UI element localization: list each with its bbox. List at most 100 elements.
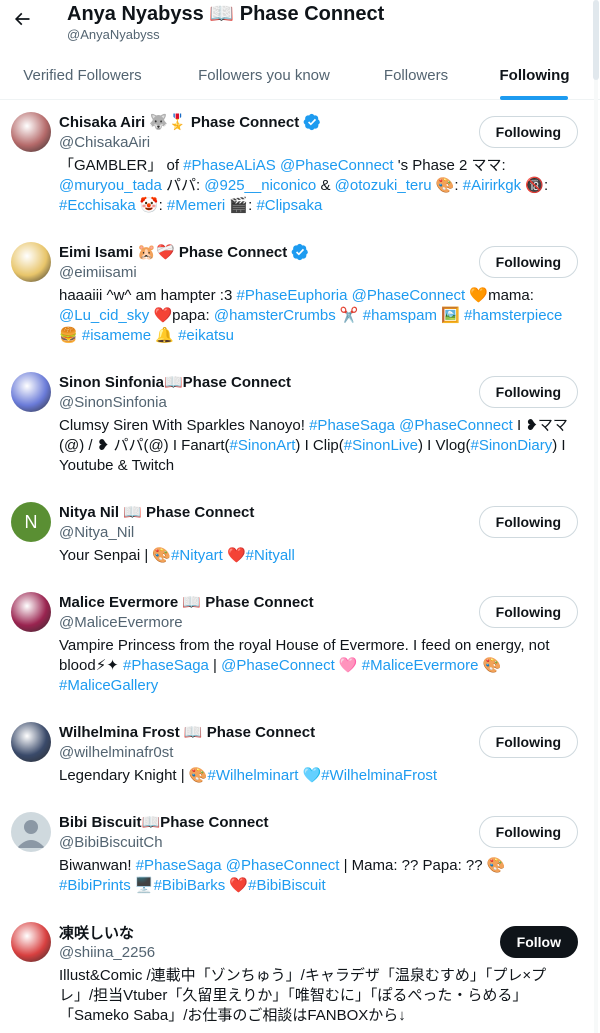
bio-text: 🖼️ <box>436 307 464 324</box>
user-bio: Vampire Princess from the royal House of… <box>59 636 584 696</box>
avatar[interactable] <box>11 722 51 762</box>
bio-link[interactable]: #BibiBiscuit <box>248 877 326 894</box>
bio-line: 🍔 #isameme 🔔 #eikatsu <box>59 326 584 346</box>
following-button[interactable]: Following <box>478 816 578 848</box>
bio-line: #Ecchisaka 🤡: #Memeri 🎬: #Clipsaka <box>59 196 584 216</box>
tab-followers[interactable]: Followers <box>363 50 469 100</box>
bio-link[interactable]: #MaliceGallery <box>59 677 158 694</box>
bio-link[interactable]: #WilhelminaFrost <box>321 767 437 784</box>
bio-link[interactable]: #PhaseSaga <box>309 417 395 434</box>
user-name-row[interactable]: Wilhelmina Frost 📖 Phase Connect <box>59 722 315 742</box>
bio-text: blood⚡✦ <box>59 657 123 674</box>
bio-link[interactable]: #PhaseALiAS <box>183 157 276 174</box>
avatar[interactable] <box>11 922 51 962</box>
bio-link[interactable]: #Wilhelminart <box>208 767 299 784</box>
bio-link[interactable]: #Nityall <box>246 547 295 564</box>
bio-link[interactable]: #Airirkgk <box>463 177 521 194</box>
bio-link[interactable]: #BibiBarks <box>154 877 226 894</box>
bio-text: 🎬: <box>225 197 257 214</box>
bio-line: Vampire Princess from the royal House of… <box>59 636 584 656</box>
bio-link[interactable]: @925__niconico <box>204 177 316 194</box>
bio-text: 🤡: <box>135 197 167 214</box>
bio-link[interactable]: @hamsterCrumbs <box>214 307 336 324</box>
tab-following[interactable]: Following <box>469 50 600 100</box>
user-cell[interactable]: Chisaka Airi 🐺🎖️ Phase Connect @ChisakaAi… <box>0 112 600 232</box>
avatar[interactable] <box>11 112 51 152</box>
bio-link[interactable]: #Clipsaka <box>256 197 322 214</box>
user-name-row[interactable]: Malice Evermore 📖 Phase Connect <box>59 592 314 612</box>
bio-link[interactable]: @PhaseConnect <box>221 657 335 674</box>
bio-link[interactable]: @PhaseConnect <box>280 157 394 174</box>
user-bio: 「GAMBLER」 of #PhaseALiAS @PhaseConnect '… <box>59 156 584 216</box>
bio-line: (@) / ❥ パパ(@) I Fanart(#SinonArt) I Clip… <box>59 436 584 456</box>
following-button[interactable]: Following <box>478 376 578 408</box>
tab-verified-followers[interactable]: Verified Followers <box>0 50 165 100</box>
user-name: Sinon Sinfonia📖Phase Connect <box>59 374 292 391</box>
follow-button[interactable]: Follow <box>499 926 578 958</box>
bio-text: 🔔 <box>151 327 179 344</box>
user-cell[interactable]: Eimi Isami 🐹❤️‍🩹 Phase Connect @eimiisami… <box>0 242 600 362</box>
user-name-row[interactable]: Sinon Sinfonia📖Phase Connect <box>59 372 291 392</box>
user-cell[interactable]: Malice Evermore 📖 Phase Connect @MaliceEv… <box>0 592 600 712</box>
tab-followers-you-know[interactable]: Followers you know <box>165 50 363 100</box>
bio-link[interactable]: #isameme <box>82 327 151 344</box>
user-name-row[interactable]: 凍咲しいな <box>59 922 134 942</box>
bio-line: blood⚡✦ #PhaseSaga | @PhaseConnect 🩷 #Ma… <box>59 656 584 676</box>
user-handle: @BibiBiscuitCh <box>59 834 163 851</box>
user-name-row[interactable]: Bibi Biscuit📖Phase Connect <box>59 812 269 832</box>
bio-link[interactable]: #eikatsu <box>178 327 234 344</box>
user-name: Nitya Nil 📖 Phase Connect <box>59 504 255 521</box>
scrollbar[interactable] <box>592 0 600 1033</box>
bio-text: ) I <box>552 437 566 454</box>
bio-link[interactable]: @PhaseConnect <box>399 417 513 434</box>
user-cell[interactable]: Sinon Sinfonia📖Phase Connect @SinonSinfon… <box>0 372 600 492</box>
bio-link[interactable]: #PhaseSaga <box>123 657 209 674</box>
following-button[interactable]: Following <box>478 506 578 538</box>
user-name: Bibi Biscuit📖Phase Connect <box>59 814 269 831</box>
user-name-row[interactable]: Nitya Nil 📖 Phase Connect <box>59 502 254 522</box>
verified-badge-icon <box>291 243 309 261</box>
bio-link[interactable]: #SinonArt <box>230 437 296 454</box>
avatar[interactable]: N <box>11 502 51 542</box>
user-cell[interactable]: 凍咲しいな @shiina_2256 Illust&Comic /連載中「ゾンちゅう… <box>0 922 600 1033</box>
bio-link[interactable]: #BibiPrints <box>59 877 131 894</box>
user-handle: @eimiisami <box>59 264 137 281</box>
bio-link[interactable]: @Lu_cid_sky <box>59 307 149 324</box>
avatar[interactable] <box>11 242 51 282</box>
bio-link[interactable]: #PhaseEuphoria <box>237 287 348 304</box>
bio-link[interactable]: #Ecchisaka <box>59 197 136 214</box>
bio-link[interactable]: #PhaseSaga <box>136 857 222 874</box>
user-cell[interactable]: Bibi Biscuit📖Phase Connect @BibiBiscuitCh… <box>0 812 600 932</box>
following-button[interactable]: Following <box>478 726 578 758</box>
bio-link[interactable]: #SinonLive <box>344 437 418 454</box>
bio-link[interactable]: #SinonDiary <box>471 437 553 454</box>
bio-line: Legendary Knight | 🎨#Wilhelminart 🩵#Wilh… <box>59 766 584 786</box>
bio-link[interactable]: @PhaseConnect <box>352 287 466 304</box>
user-handle: @Nitya_Nil <box>59 524 135 541</box>
bio-link[interactable]: @PhaseConnect <box>226 857 340 874</box>
following-button[interactable]: Following <box>478 596 578 628</box>
back-button[interactable] <box>8 5 36 33</box>
bio-link[interactable]: #MaliceEvermore <box>362 657 479 674</box>
bio-link[interactable]: #hamspam <box>363 307 437 324</box>
bio-line: Youtube & Twitch <box>59 456 584 476</box>
bio-link[interactable]: #Memeri <box>167 197 225 214</box>
user-bio: haaaiii ^w^ am hampter :3 #PhaseEuphoria… <box>59 286 584 346</box>
following-button[interactable]: Following <box>478 246 578 278</box>
bio-link[interactable]: @muryou_tada <box>59 177 162 194</box>
bio-link[interactable]: #Nityart <box>171 547 223 564</box>
user-name-row[interactable]: Chisaka Airi 🐺🎖️ Phase Connect <box>59 112 321 132</box>
bio-link[interactable]: #hamsterpiece <box>464 307 562 324</box>
avatar[interactable] <box>11 592 51 632</box>
bio-line: Your Senpai | 🎨#Nityart ❤️#Nityall <box>59 546 584 566</box>
bio-link[interactable]: @otozuki_teru <box>335 177 432 194</box>
avatar[interactable] <box>11 372 51 412</box>
bio-text: 🖥️ <box>130 877 154 894</box>
user-name-row[interactable]: Eimi Isami 🐹❤️‍🩹 Phase Connect <box>59 242 309 262</box>
following-button[interactable]: Following <box>478 116 578 148</box>
avatar[interactable] <box>11 812 51 852</box>
bio-text: 🩵 <box>298 767 322 784</box>
bio-text: Clumsy Siren With Sparkles Nanoyo! <box>59 417 310 434</box>
bio-line: Clumsy Siren With Sparkles Nanoyo! #Phas… <box>59 416 584 436</box>
bio-text: ❤️ <box>222 547 246 564</box>
